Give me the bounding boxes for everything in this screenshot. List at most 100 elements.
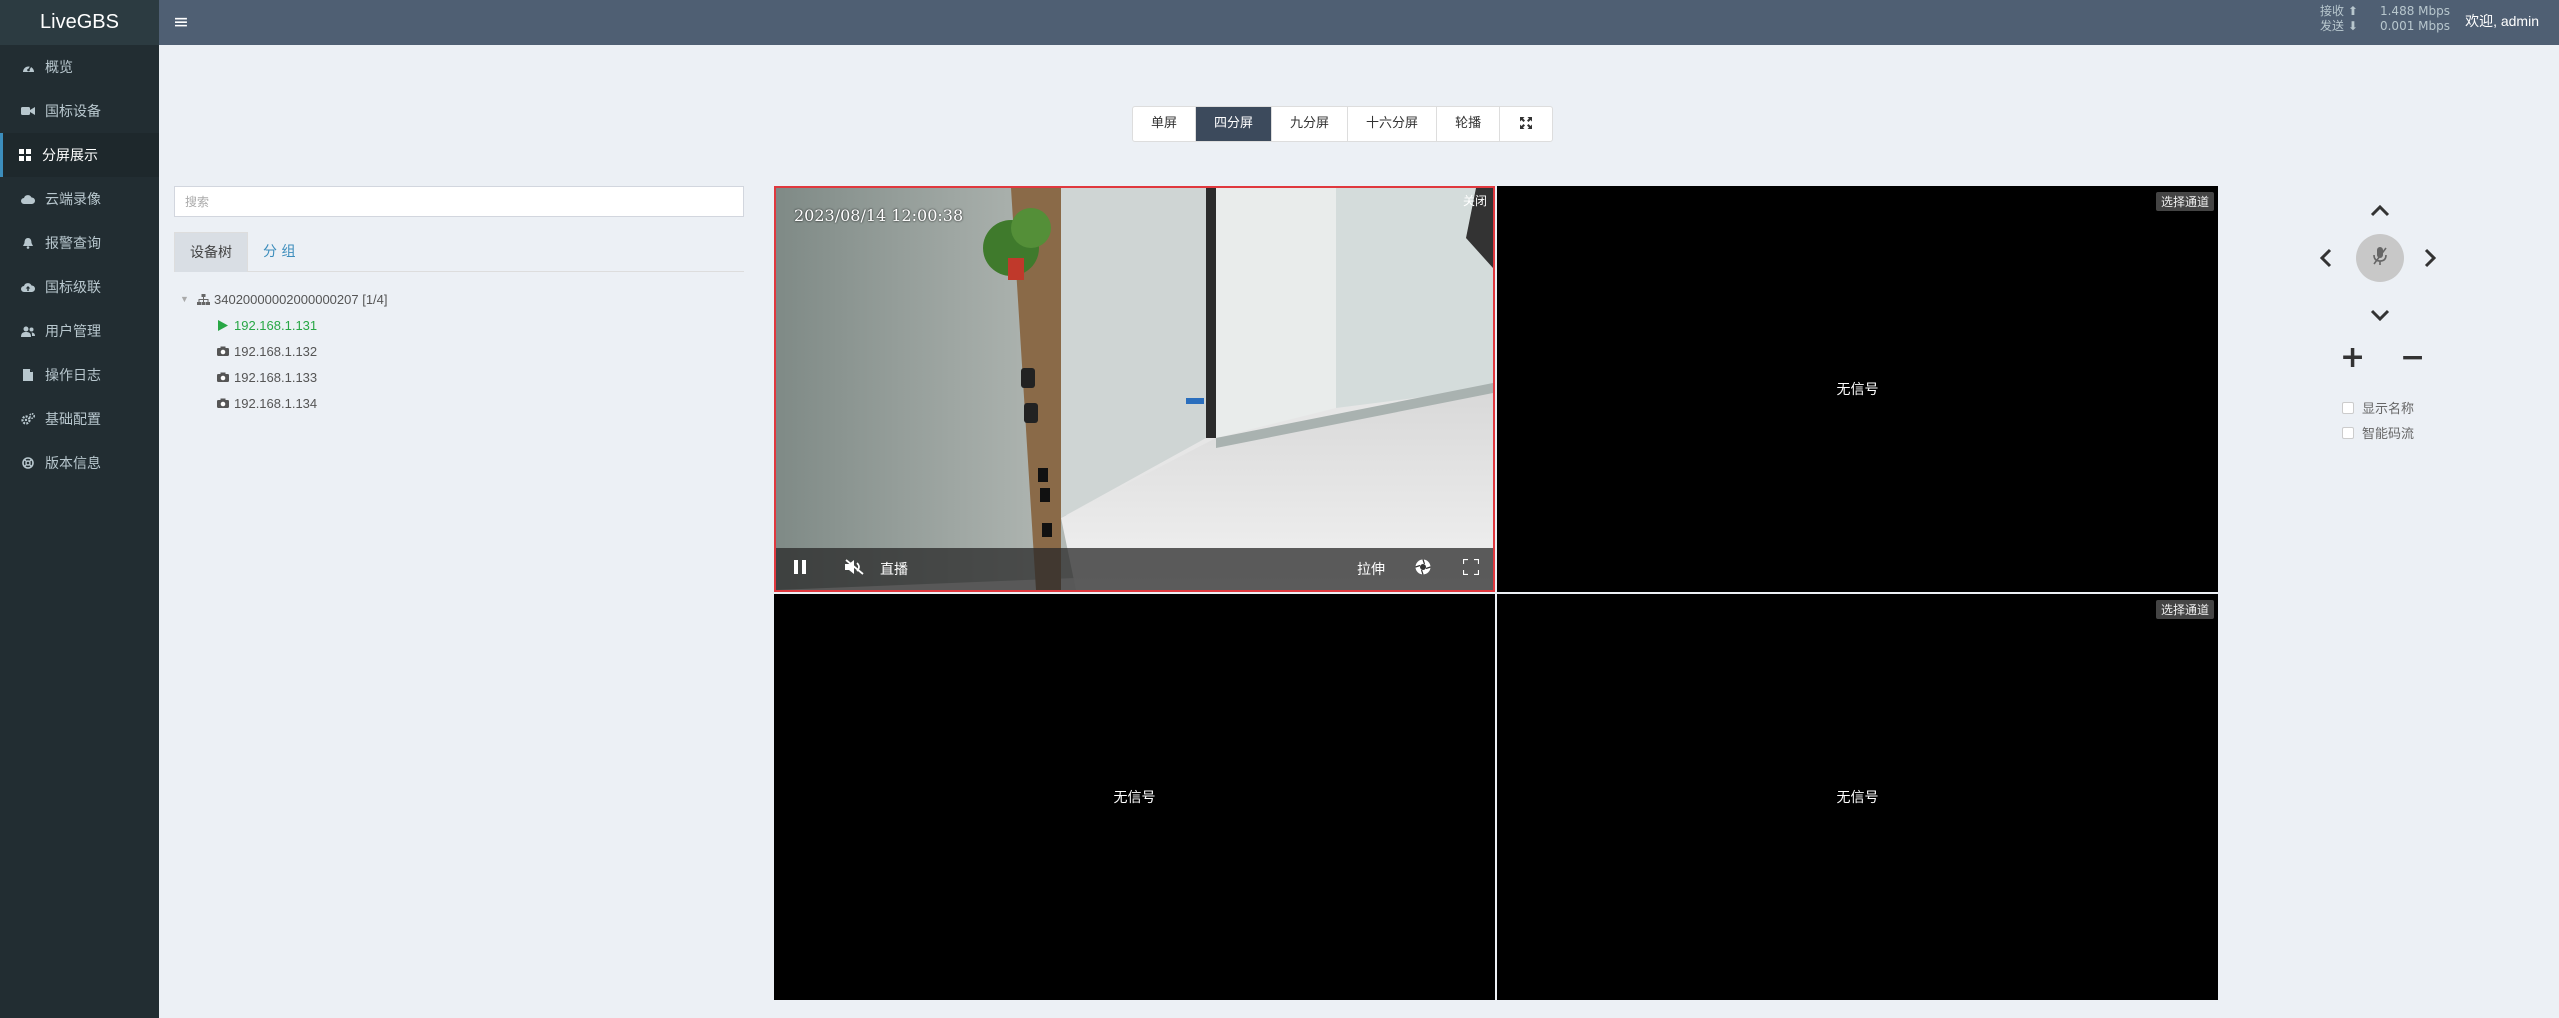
video-cell-empty[interactable]: 无信号 — [774, 594, 1495, 1000]
tree-root-label: 34020000002000000207 [1/4] — [214, 291, 388, 307]
camera-icon — [216, 346, 230, 356]
sidebar-item-alarm[interactable]: 报警查询 — [0, 221, 159, 265]
chevron-left-icon — [2319, 248, 2332, 274]
sidebar-item-devices[interactable]: 国标设备 — [0, 89, 159, 133]
camera-icon — [216, 372, 230, 382]
show-name-checkbox[interactable] — [2342, 401, 2354, 414]
video-cell-empty[interactable]: 选择通道 无信号 — [1497, 186, 2218, 592]
microphone-mute-icon — [2372, 246, 2388, 270]
camera-icon — [216, 398, 230, 408]
select-channel-button[interactable]: 选择通道 — [2155, 192, 2214, 211]
app-logo[interactable]: LiveGBS — [0, 0, 159, 45]
volume-mute-icon — [845, 559, 865, 579]
stretch-button[interactable]: 拉伸 — [1357, 559, 1385, 579]
sitemap-icon — [196, 293, 210, 305]
zoom-out-button[interactable]: − — [2400, 340, 2425, 375]
tab-sixteen[interactable]: 十六分屏 — [1348, 107, 1438, 141]
ptz-up-button[interactable] — [2370, 198, 2390, 223]
video-fullscreen-button[interactable] — [1461, 557, 1481, 579]
no-signal-text: 无信号 — [1113, 790, 1156, 806]
tree-root-node[interactable]: ▼ 34020000002000000207 [1/4] — [180, 286, 388, 312]
file-icon — [20, 368, 36, 382]
grid-icon — [17, 148, 33, 162]
sidebar-item-cascade[interactable]: 国标级联 — [0, 265, 159, 309]
users-icon — [20, 324, 36, 338]
ptz-center-button[interactable] — [2356, 234, 2404, 282]
mute-button[interactable] — [844, 559, 866, 579]
tab-device-tree[interactable]: 设备树 — [174, 232, 248, 272]
video-cell-playing[interactable]: 2023/08/14 12:00:38 关闭 直播 拉伸 — [774, 186, 1495, 592]
sidebar-item-cloud-record[interactable]: 云端录像 — [0, 177, 159, 221]
smart-stream-option[interactable]: 智能码流 — [2342, 423, 2414, 442]
live-label: 直播 — [880, 562, 908, 578]
fullscreen-button[interactable] — [1500, 107, 1552, 141]
tab-group[interactable]: 分 组 — [248, 232, 310, 272]
sidebar-toggle-icon[interactable]: ≡ — [173, 12, 191, 32]
send-label: 发送 ⬇ — [2320, 19, 2358, 33]
tab-single[interactable]: 单屏 — [1133, 107, 1197, 141]
tree-channel-label: 192.168.1.134 — [234, 395, 318, 411]
chevron-right-icon — [2424, 248, 2437, 274]
sidebar-item-logs[interactable]: 操作日志 — [0, 353, 159, 397]
cloud-upload-icon — [20, 280, 36, 294]
chevron-up-icon — [2370, 198, 2390, 223]
caret-down-icon[interactable]: ▼ — [180, 294, 192, 304]
sidebar-item-label: 报警查询 — [45, 236, 101, 252]
sidebar-item-label: 概览 — [45, 60, 73, 76]
top-header: LiveGBS ≡ 接收 ⬆ 1.488 Mbps 发送 ⬇ 0.001 Mbps … — [0, 0, 2559, 45]
tree-tabs: 设备树 分 组 — [174, 232, 744, 272]
info-icon — [20, 456, 36, 470]
fullscreen-icon — [1461, 557, 1481, 579]
sidebar-item-config[interactable]: 基础配置 — [0, 397, 159, 441]
cogs-icon — [20, 412, 36, 426]
snapshot-button[interactable] — [1415, 559, 1431, 579]
pause-button[interactable] — [790, 560, 810, 578]
recv-label: 接收 ⬆ — [2320, 4, 2358, 18]
device-tree: ▼ 34020000002000000207 [1/4] 192.168.1.1… — [180, 286, 388, 416]
video-grid: 2023/08/14 12:00:38 关闭 直播 拉伸 选择通道 无信号 无信… — [774, 186, 2218, 1002]
tab-carousel[interactable]: 轮播 — [1437, 107, 1501, 141]
ptz-right-button[interactable] — [2424, 248, 2437, 274]
zoom-in-button[interactable]: + — [2340, 340, 2365, 375]
show-name-option[interactable]: 显示名称 — [2342, 398, 2414, 417]
tree-channel-label: 192.168.1.132 — [234, 343, 318, 359]
no-signal-text: 无信号 — [1836, 382, 1879, 398]
plus-icon: + — [2340, 340, 2366, 375]
tree-channel-node[interactable]: 192.168.1.131 — [180, 312, 388, 338]
video-frame: 2023/08/14 12:00:38 关闭 直播 拉伸 — [776, 188, 1493, 590]
video-cell-empty[interactable]: 选择通道 无信号 — [1497, 594, 2218, 1000]
play-icon — [216, 319, 230, 331]
sidebar-item-version[interactable]: 版本信息 — [0, 441, 159, 485]
show-name-label: 显示名称 — [2362, 402, 2415, 417]
chevron-down-icon — [2370, 302, 2390, 327]
sidebar-item-label: 国标设备 — [45, 104, 101, 120]
sidebar-item-label: 操作日志 — [45, 368, 101, 384]
tab-quad[interactable]: 四分屏 — [1196, 107, 1273, 141]
recv-value: 1.488 Mbps — [2379, 4, 2450, 18]
tab-nine[interactable]: 九分屏 — [1272, 107, 1349, 141]
aperture-icon — [1415, 559, 1431, 579]
minus-icon: − — [2400, 340, 2426, 375]
tree-channel-node[interactable]: 192.168.1.134 — [180, 390, 388, 416]
user-menu[interactable]: 欢迎, admin — [2465, 0, 2539, 43]
bandwidth-stats: 接收 ⬆ 1.488 Mbps 发送 ⬇ 0.001 Mbps — [2320, 4, 2450, 34]
video-camera-icon — [20, 104, 36, 118]
device-search-input[interactable] — [174, 186, 744, 217]
tree-channel-label: 192.168.1.131 — [234, 317, 318, 333]
tree-channel-node[interactable]: 192.168.1.132 — [180, 338, 388, 364]
ptz-down-button[interactable] — [2370, 302, 2390, 327]
sidebar-item-users[interactable]: 用户管理 — [0, 309, 159, 353]
ptz-left-button[interactable] — [2319, 248, 2332, 274]
smart-stream-checkbox[interactable] — [2342, 426, 2354, 439]
pause-icon — [794, 560, 806, 578]
tree-channel-node[interactable]: 192.168.1.133 — [180, 364, 388, 390]
sidebar-item-split-screen[interactable]: 分屏展示 — [0, 133, 159, 177]
sidebar-item-label: 版本信息 — [45, 456, 101, 472]
close-video-button[interactable]: 关闭 — [1463, 192, 1487, 209]
dashboard-icon — [20, 60, 36, 74]
sidebar-item-label: 用户管理 — [45, 324, 101, 340]
bell-icon — [20, 236, 36, 250]
sidebar-item-label: 云端录像 — [45, 192, 101, 208]
select-channel-button[interactable]: 选择通道 — [2155, 600, 2214, 619]
sidebar-item-overview[interactable]: 概览 — [0, 45, 159, 89]
